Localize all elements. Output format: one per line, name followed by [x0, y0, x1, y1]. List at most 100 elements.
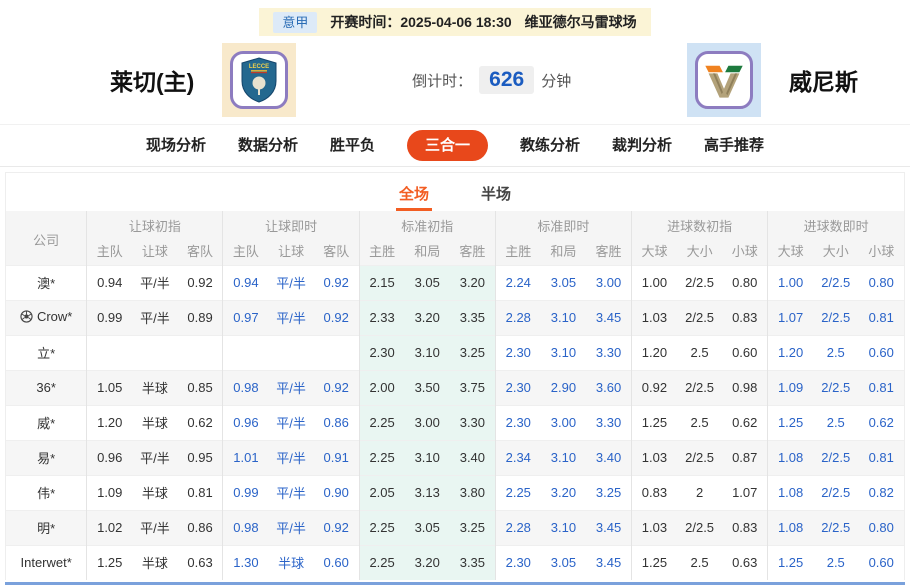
odds-cell[interactable]: 0.97: [222, 299, 269, 335]
league-badge[interactable]: 意甲: [273, 11, 318, 33]
odds-cell[interactable]: 平/半: [268, 439, 314, 475]
odds-cell[interactable]: 0.91: [313, 439, 360, 475]
odds-cell[interactable]: 2.28: [494, 299, 541, 335]
sub-header: 客胜: [449, 237, 496, 265]
odds-cell[interactable]: 2.5: [813, 544, 859, 580]
odds-cell[interactable]: 3.05: [540, 544, 587, 580]
odds-cell[interactable]: 0.80: [858, 509, 904, 545]
odds-cell[interactable]: 1.09: [767, 369, 814, 405]
nav-tab-3[interactable]: 胜平负: [330, 138, 375, 153]
odds-cell[interactable]: 3.00: [586, 264, 632, 300]
odds-cell[interactable]: 0.98: [222, 509, 269, 545]
odds-cell[interactable]: 3.10: [540, 334, 587, 370]
odds-cell[interactable]: 0.98: [222, 369, 269, 405]
odds-cell[interactable]: 2.30: [494, 334, 541, 370]
odds-cell[interactable]: 2.5: [813, 404, 859, 440]
odds-cell: 1.20: [86, 404, 133, 440]
odds-cell[interactable]: 1.08: [767, 474, 814, 510]
odds-cell: 0.98: [722, 369, 768, 405]
odds-cell[interactable]: 平/半: [268, 404, 314, 440]
odds-cell[interactable]: 3.05: [540, 264, 587, 300]
odds-cell[interactable]: 3.10: [540, 299, 587, 335]
odds-cell: 1.25: [630, 404, 677, 440]
odds-cell[interactable]: 0.92: [313, 299, 360, 335]
odds-cell[interactable]: 2.90: [540, 369, 587, 405]
odds-cell[interactable]: 3.00: [540, 404, 587, 440]
odds-cell[interactable]: 3.30: [586, 334, 632, 370]
nav-tab-6[interactable]: 裁判分析: [612, 138, 672, 153]
table-row: 威* 1.20 半球 0.62 0.96 平/半 0.86 2.25 3.00 3.30 2.30 3…: [6, 404, 904, 440]
odds-cell[interactable]: 3.40: [586, 439, 632, 475]
odds-cell[interactable]: 0.62: [858, 404, 904, 440]
period-tab-1[interactable]: 全场: [395, 183, 432, 211]
odds-cell[interactable]: [313, 334, 360, 370]
odds-cell[interactable]: 3.20: [540, 474, 587, 510]
odds-cell[interactable]: 0.86: [313, 404, 360, 440]
odds-cell[interactable]: 0.60: [858, 544, 904, 580]
odds-cell[interactable]: 2/2.5: [813, 474, 859, 510]
odds-cell[interactable]: 2/2.5: [813, 509, 859, 545]
odds-cell[interactable]: 0.60: [858, 334, 904, 370]
odds-cell[interactable]: 2.34: [494, 439, 541, 475]
odds-cell[interactable]: 2.28: [494, 509, 541, 545]
odds-cell[interactable]: 0.81: [858, 439, 904, 475]
odds-cell[interactable]: 1.00: [767, 264, 814, 300]
odds-cell[interactable]: 2.30: [494, 544, 541, 580]
nav-tab-5[interactable]: 教练分析: [520, 138, 580, 153]
odds-cell[interactable]: 1.20: [767, 334, 814, 370]
odds-cell[interactable]: 1.07: [767, 299, 814, 335]
odds-cell[interactable]: 3.45: [586, 544, 632, 580]
odds-cell[interactable]: 3.45: [586, 509, 632, 545]
odds-cell[interactable]: 2.5: [813, 334, 859, 370]
odds-cell[interactable]: 1.08: [767, 509, 814, 545]
odds-cell: 3.05: [404, 264, 450, 300]
odds-cell[interactable]: 2.30: [494, 404, 541, 440]
odds-cell[interactable]: 1.25: [767, 544, 814, 580]
nav-tab-2[interactable]: 数据分析: [238, 138, 298, 153]
odds-cell[interactable]: 2.30: [494, 369, 541, 405]
odds-cell[interactable]: 1.01: [222, 439, 269, 475]
odds-cell[interactable]: 2.25: [494, 474, 541, 510]
odds-cell[interactable]: 3.45: [586, 299, 632, 335]
odds-cell[interactable]: 0.92: [313, 369, 360, 405]
odds-cell[interactable]: 0.90: [313, 474, 360, 510]
odds-cell[interactable]: 2/2.5: [813, 299, 859, 335]
odds-cell[interactable]: 半球: [268, 544, 314, 580]
odds-cell[interactable]: 0.81: [858, 369, 904, 405]
period-tab-2[interactable]: 半场: [478, 183, 514, 211]
odds-cell[interactable]: 0.99: [222, 474, 269, 510]
odds-cell[interactable]: 1.25: [767, 404, 814, 440]
odds-cell[interactable]: 3.25: [586, 474, 632, 510]
odds-cell[interactable]: 2/2.5: [813, 264, 859, 300]
odds-cell[interactable]: 0.80: [858, 264, 904, 300]
odds-cell[interactable]: 0.92: [313, 509, 360, 545]
odds-cell[interactable]: [222, 334, 269, 370]
odds-cell[interactable]: [268, 334, 314, 370]
odds-cell[interactable]: 3.10: [540, 439, 587, 475]
odds-cell[interactable]: 2/2.5: [813, 439, 859, 475]
nav-tab-4[interactable]: 三合一: [406, 130, 488, 161]
odds-cell[interactable]: 0.94: [222, 264, 269, 300]
odds-cell[interactable]: 0.60: [313, 544, 360, 580]
odds-cell[interactable]: 平/半: [268, 299, 314, 335]
odds-cell[interactable]: 3.60: [586, 369, 632, 405]
odds-cell[interactable]: 1.08: [767, 439, 814, 475]
odds-cell[interactable]: 平/半: [268, 474, 314, 510]
odds-cell[interactable]: 平/半: [268, 509, 314, 545]
odds-cell[interactable]: 2.24: [494, 264, 541, 300]
odds-cell[interactable]: 2/2.5: [813, 369, 859, 405]
odds-cell[interactable]: 平/半: [268, 264, 314, 300]
venezia-crest-icon: [695, 51, 753, 109]
odds-cell[interactable]: 3.30: [586, 404, 632, 440]
odds-cell[interactable]: 3.10: [540, 509, 587, 545]
nav-tab-1[interactable]: 现场分析: [146, 138, 206, 153]
odds-cell[interactable]: 0.82: [858, 474, 904, 510]
odds-cell[interactable]: 0.92: [313, 264, 360, 300]
nav-tab-7[interactable]: 高手推荐: [704, 138, 764, 153]
odds-cell[interactable]: 1.30: [222, 544, 269, 580]
odds-cell: 1.02: [86, 509, 133, 545]
odds-cell[interactable]: 0.96: [222, 404, 269, 440]
odds-cell[interactable]: 平/半: [268, 369, 314, 405]
odds-cell[interactable]: 0.81: [858, 299, 904, 335]
company-cell: Interwet*: [6, 544, 87, 580]
